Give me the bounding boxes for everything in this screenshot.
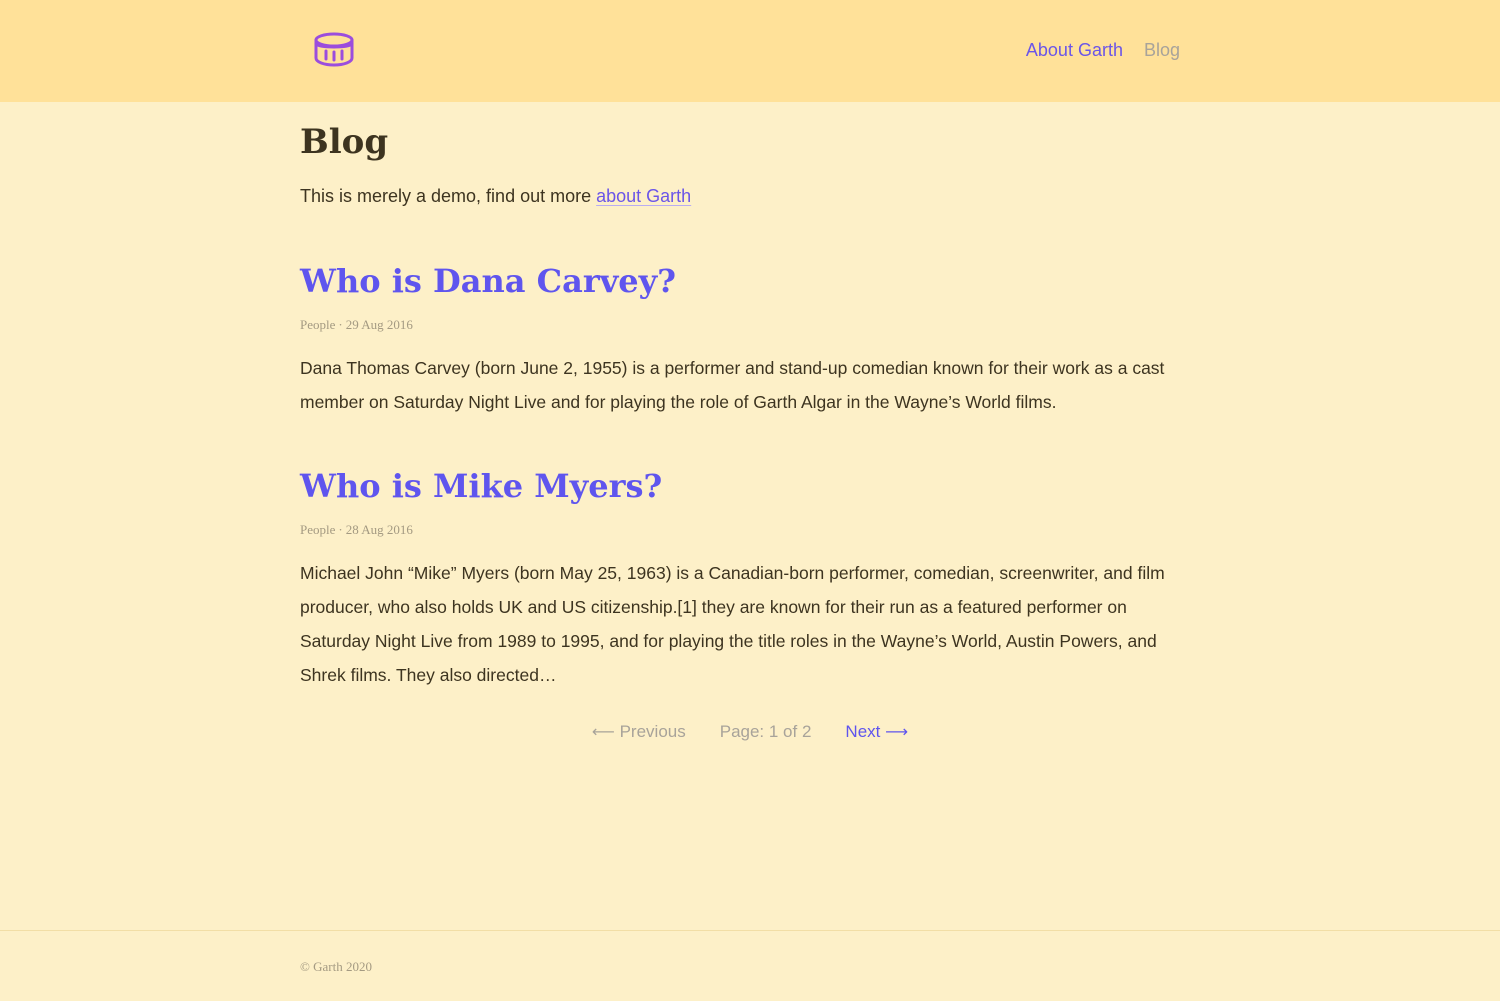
- site-header: About Garth Blog: [0, 0, 1500, 102]
- next-label: Next: [845, 722, 881, 741]
- pagination: ⟵ Previous Page: 1 of 2 Next ⟶: [300, 720, 1200, 744]
- post-category: People: [300, 317, 336, 332]
- nav-link-about-garth[interactable]: About Garth: [1026, 38, 1123, 62]
- site-footer: © Garth 2020: [0, 930, 1500, 1001]
- meta-separator: ·: [338, 317, 343, 332]
- post-title-link[interactable]: Who is Mike Myers?: [300, 465, 1190, 507]
- post-date: 28 Aug 2016: [345, 522, 413, 537]
- post-category: People: [300, 522, 336, 537]
- previous-page-button: ⟵ Previous: [592, 720, 686, 744]
- post-item: Who is Dana Carvey? People · 29 Aug 2016 D…: [300, 260, 1190, 437]
- previous-label: Previous: [619, 722, 686, 741]
- page-indicator: Page: 1 of 2: [719, 722, 812, 741]
- main-nav: About Garth Blog: [1026, 38, 1180, 62]
- meta-separator: ·: [338, 522, 343, 537]
- post-excerpt: Michael John “Mike” Myers (born May 25, …: [300, 563, 1165, 685]
- intro-paragraph: This is merely a demo, find out more abo…: [300, 184, 691, 208]
- post-date: 29 Aug 2016: [345, 317, 413, 332]
- post-meta: People · 29 Aug 2016: [300, 316, 1190, 334]
- post-title-link[interactable]: Who is Dana Carvey?: [300, 260, 1190, 302]
- next-page-button[interactable]: Next ⟶: [845, 720, 908, 744]
- nav-link-blog[interactable]: Blog: [1144, 38, 1180, 62]
- arrow-left-icon: ⟵: [591, 722, 615, 741]
- post-item: Who is Mike Myers? People · 28 Aug 2016 Mi…: [300, 465, 1190, 710]
- arrow-right-icon: ⟶: [885, 722, 909, 741]
- copyright-text: © Garth 2020: [300, 959, 372, 974]
- page-title: Blog: [300, 122, 389, 162]
- drum-icon[interactable]: [312, 30, 356, 68]
- post-excerpt: Dana Thomas Carvey (born June 2, 1955) i…: [300, 358, 1165, 412]
- post-meta: People · 28 Aug 2016: [300, 521, 1190, 539]
- about-garth-link[interactable]: about Garth: [596, 186, 691, 206]
- intro-text: This is merely a demo, find out more: [300, 186, 597, 206]
